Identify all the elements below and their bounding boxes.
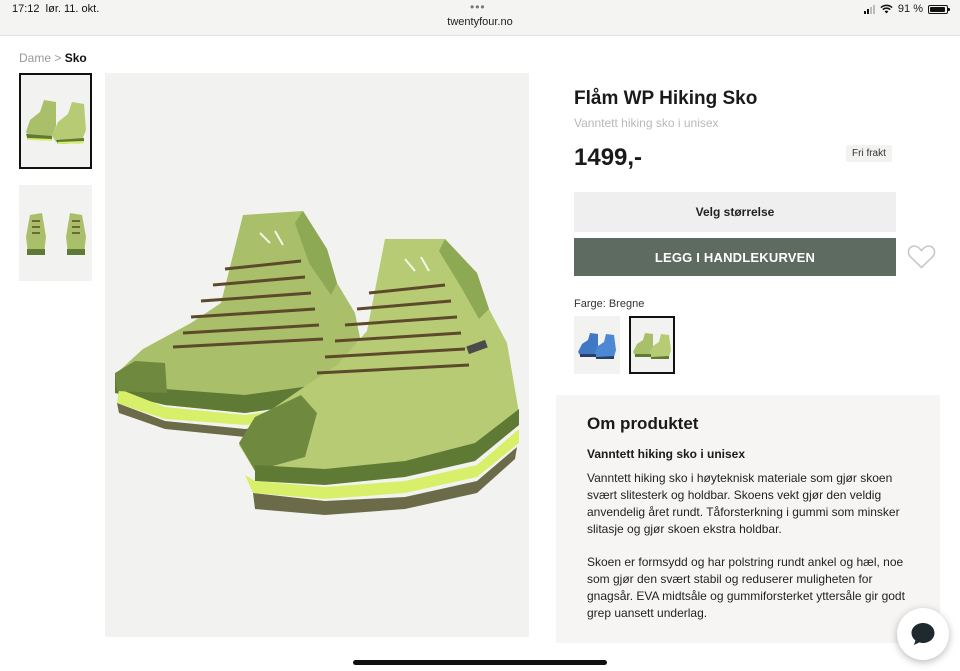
breadcrumb-current: Sko xyxy=(64,51,87,65)
thumbnail-front-view[interactable] xyxy=(19,185,92,281)
url-bar[interactable]: twentyfour.no xyxy=(0,16,960,28)
about-heading: Om produktet xyxy=(587,414,699,433)
add-to-cart-button[interactable]: LEGG I HANDLEKURVEN xyxy=(574,238,896,276)
signal-icon xyxy=(863,4,875,14)
shoe-thumbnail-side-image xyxy=(25,100,86,144)
breadcrumb-separator: > xyxy=(54,51,62,65)
browser-status-bar: 17:12 lør. 11. okt. ••• twentyfour.no 91… xyxy=(0,0,960,36)
about-paragraph-2: Skoen er formsydd og har polstring rundt… xyxy=(587,555,905,620)
breadcrumb: Dame > Sko xyxy=(19,51,87,65)
home-indicator xyxy=(353,660,607,665)
status-time: 17:12 xyxy=(12,3,40,15)
battery-icon xyxy=(928,4,950,14)
status-indicators: 91 % xyxy=(863,3,950,15)
shoe-thumbnail-front-image xyxy=(25,213,86,255)
product-title: Flåm WP Hiking Sko xyxy=(574,88,758,109)
product-subtitle: Vanntett hiking sko i unisex xyxy=(574,116,719,130)
about-product-panel: Om produktet Vanntett hiking sko i unise… xyxy=(556,395,940,643)
breadcrumb-parent[interactable]: Dame xyxy=(19,51,51,65)
hiking-shoes-image xyxy=(115,211,519,515)
status-time-date: 17:12 lør. 11. okt. xyxy=(12,3,99,15)
status-date: lør. 11. okt. xyxy=(45,3,100,15)
chat-bubble-icon xyxy=(911,623,935,645)
product-price: 1499,- xyxy=(574,144,643,171)
blue-shoe-swatch-image xyxy=(578,333,616,359)
about-paragraph-1: Vanntett hiking sko i høyteknisk materia… xyxy=(587,471,900,536)
more-dots-icon[interactable]: ••• xyxy=(470,0,486,14)
chat-button[interactable] xyxy=(897,608,949,660)
about-subheading: Vanntett hiking sko i unisex xyxy=(587,447,746,461)
heart-outline-icon[interactable] xyxy=(907,243,936,270)
wifi-icon xyxy=(880,4,893,14)
select-size-button[interactable]: Velg størrelse xyxy=(574,192,896,232)
color-label: Farge: Bregne xyxy=(574,298,645,310)
main-product-image[interactable] xyxy=(105,73,529,637)
battery-fill xyxy=(930,6,945,12)
thumbnail-side-view[interactable] xyxy=(19,73,92,169)
color-swatch-blue[interactable] xyxy=(574,316,620,374)
battery-percent: 91 % xyxy=(897,3,923,15)
free-shipping-badge: Fri frakt xyxy=(846,145,892,162)
green-shoe-swatch-image xyxy=(633,333,671,359)
color-swatch-green[interactable] xyxy=(629,316,675,374)
